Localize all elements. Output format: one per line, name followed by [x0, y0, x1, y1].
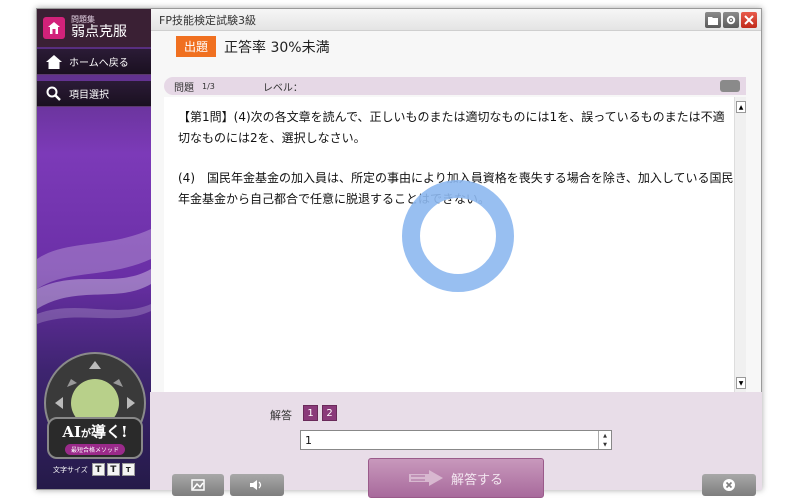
end-button[interactable] [702, 474, 756, 496]
close-button[interactable] [741, 12, 757, 28]
magnifier-icon [46, 86, 61, 101]
title-bar: FP技能検定試験3級 [151, 9, 761, 31]
folder-button[interactable] [705, 12, 721, 28]
sidebar-item-label: ホームへ戻る [69, 58, 129, 69]
speaker-icon [250, 480, 262, 490]
stepper-up-icon[interactable]: ▲ [603, 433, 607, 439]
answer-choice-1[interactable]: 1 [303, 405, 318, 421]
window-title: FP技能検定試験3級 [159, 13, 256, 27]
app-title-big: 弱点克服 [71, 23, 127, 40]
scroll-down-arrow-icon[interactable]: ▼ [736, 377, 746, 389]
stepper-down-icon[interactable]: ▼ [603, 442, 607, 448]
question-instruction: 【第1問】(4)次の各文章を読んで、正しいものまたは適切なものには1を、誤ってい… [178, 110, 725, 145]
question-number: 1/3 [202, 81, 215, 91]
ai-ga-text: が [81, 429, 92, 440]
home-icon [46, 54, 62, 69]
subject-tag: 出題 [176, 36, 217, 57]
font-size-small-button[interactable]: T [121, 463, 135, 476]
image-icon [191, 479, 205, 491]
font-size-label: 文字サイズ [53, 465, 88, 474]
font-size-controls: 文字サイズ T T T [53, 463, 137, 476]
close-circle-icon [723, 479, 735, 491]
image-button[interactable] [172, 474, 224, 496]
question-label: 問題 [174, 82, 194, 94]
sidebar-item-home[interactable]: ホームへ戻る [37, 49, 151, 75]
loading-spinner [402, 180, 514, 292]
settings-button[interactable] [723, 12, 739, 28]
gear-icon [726, 15, 736, 25]
close-icon [744, 15, 754, 25]
answer-input[interactable] [300, 430, 612, 450]
submit-label: 解答する [450, 472, 503, 488]
window-toggle-button[interactable] [720, 80, 740, 92]
decorative-swirl [37, 229, 151, 324]
audio-button[interactable] [230, 474, 284, 496]
font-size-medium-button[interactable]: T [106, 463, 120, 476]
level-label: レベル： [262, 82, 303, 94]
ai-subtitle: 最短合格メソッド [64, 444, 125, 455]
font-size-large-button[interactable]: T [91, 463, 105, 476]
ai-text: AI [62, 423, 82, 441]
ai-rest-text: 導く! [91, 423, 128, 441]
submit-answer-button[interactable]: 解答する [368, 458, 544, 498]
question-bar: 問題 1/3 レベル： [164, 77, 746, 95]
folder-icon [708, 16, 718, 25]
sidebar: 問題集 弱点克服 ホームへ戻る 項目選択 AIが導く! 最短合格メソッド 文字サ… [37, 9, 151, 489]
ai-guide-badge: AIが導く! 最短合格メソッド [47, 417, 143, 459]
answer-choice-2[interactable]: 2 [322, 405, 337, 421]
sidebar-item-topic-select[interactable]: 項目選択 [37, 81, 151, 107]
subject-row: 出題 正答率 30%未満 [176, 36, 330, 57]
answer-area: 解答 1 2 ▲ ▼ 解答する [150, 392, 762, 498]
scroll-up-arrow-icon[interactable]: ▲ [736, 101, 746, 113]
subject-text: 正答率 30%未満 [224, 39, 330, 56]
answer-stepper[interactable]: ▲ ▼ [598, 431, 611, 449]
question-scrollbar[interactable]: ▲ ▼ [734, 97, 746, 393]
sidebar-item-label: 項目選択 [69, 90, 109, 101]
app-logo-icon [43, 17, 65, 39]
app-title: 問題集 弱点克服 [37, 9, 151, 47]
arrow-right-icon [408, 470, 443, 486]
answer-label: 解答 [270, 409, 292, 422]
